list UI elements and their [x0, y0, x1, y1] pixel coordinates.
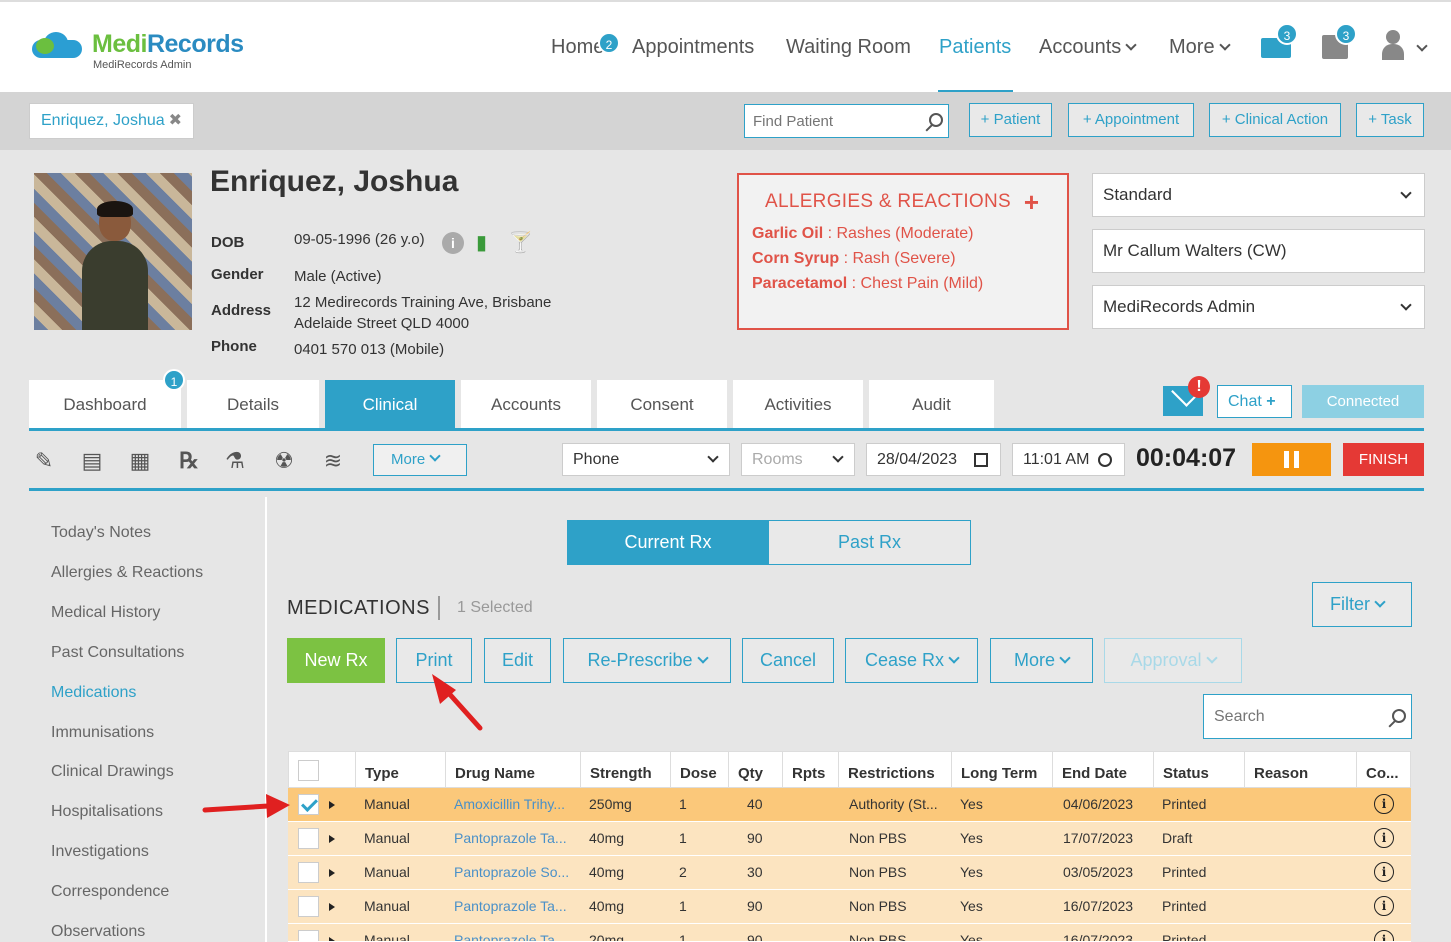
annotation-arrows: [202, 674, 483, 818]
arrow-to-checkbox-icon: [202, 794, 290, 818]
arrow-to-print-icon: [432, 674, 483, 731]
